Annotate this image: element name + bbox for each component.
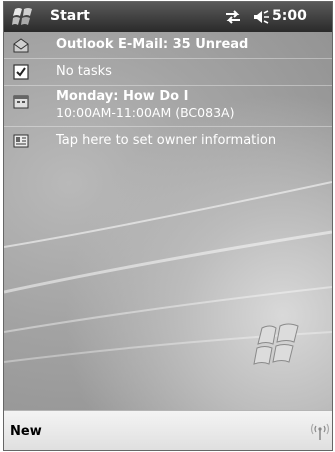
start-flag-icon[interactable]: [12, 7, 34, 27]
new-button[interactable]: New: [10, 424, 42, 439]
appointment-title: Monday: How Do I: [56, 89, 189, 104]
today-item-calendar[interactable]: Monday: How Do I 10:00AM-11:00AM (BC083A…: [4, 86, 332, 126]
menu-bar: New: [4, 410, 332, 450]
device-screen: Start 5:00 Outlook E-Mail: 35 Unread No …: [3, 1, 333, 451]
calendar-icon: [13, 95, 29, 109]
tasks-summary: No tasks: [56, 64, 112, 79]
email-summary: Outlook E-Mail: 35 Unread: [56, 37, 249, 52]
today-screen: Outlook E-Mail: 35 Unread No tasks Monda…: [4, 32, 332, 410]
title-text[interactable]: Start: [50, 8, 90, 24]
sync-icon[interactable]: [224, 9, 242, 25]
clock[interactable]: 5:00: [272, 8, 307, 24]
windows-logo-icon: [253, 323, 299, 365]
antenna-icon[interactable]: [310, 423, 330, 441]
speaker-icon[interactable]: [252, 9, 270, 25]
appointment-time: 10:00AM-11:00AM (BC083A): [56, 105, 235, 120]
envelope-icon: [13, 38, 29, 53]
today-item-email[interactable]: Outlook E-Mail: 35 Unread: [4, 32, 332, 58]
checkbox-icon: [13, 64, 29, 80]
today-item-owner[interactable]: Tap here to set owner information: [4, 128, 332, 154]
owner-card-icon: [13, 134, 29, 148]
divider: [4, 126, 332, 127]
today-item-tasks[interactable]: No tasks: [4, 59, 332, 85]
owner-info-prompt: Tap here to set owner information: [56, 133, 277, 148]
title-bar: Start 5:00: [4, 2, 332, 32]
